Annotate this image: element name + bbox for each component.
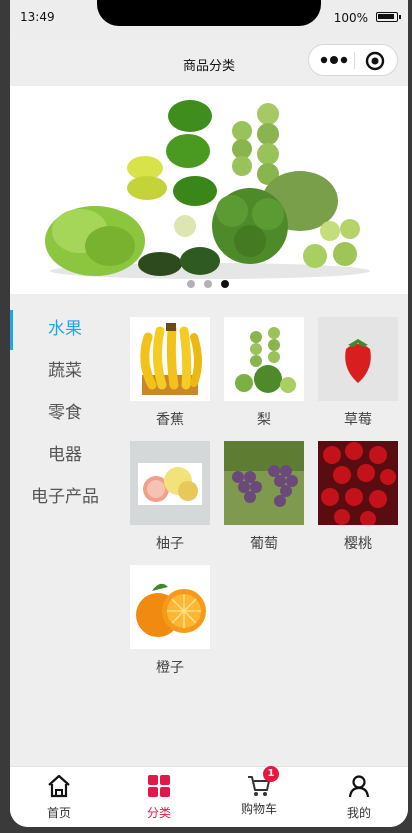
tab-label: 购物车 [240,802,277,816]
product-name: 梨 [257,412,271,428]
product-name: 葡萄 [250,536,278,552]
product-name: 草莓 [344,412,372,428]
product-card-cherry[interactable]: 樱桃 [318,441,398,553]
product-name: 樱桃 [344,536,372,552]
banana-image [130,317,210,401]
close-target-icon[interactable] [365,51,385,71]
tab-label: 我的 [346,806,371,820]
tab-profile[interactable]: 我的 [319,773,399,821]
home-icon [48,774,70,798]
product-card-pomelo[interactable]: 柚子 [130,441,210,553]
navigation-bar: 商品分类 [10,38,408,86]
phone-screen: 13:49 100% 商品分类 水果 蔬菜 零食 电器 电子产品 香蕉 梨 草莓… [10,0,408,827]
battery-icon [376,12,401,22]
tab-label: 首页 [46,806,71,820]
tab-cart[interactable]: 1 购物车 [219,766,299,817]
tab-category[interactable]: 分类 [119,773,199,821]
cherry-image [318,441,398,525]
battery-percentage: 100% [333,11,368,25]
sidebar-item-fruit[interactable]: 水果 [10,308,120,350]
product-name: 柚子 [156,536,184,552]
vegetables-banner-image [45,100,370,279]
product-name: 橙子 [156,660,184,676]
notch [97,0,321,26]
sidebar-item-snacks[interactable]: 零食 [10,392,120,434]
user-icon [348,775,370,798]
product-card-orange[interactable]: 橙子 [130,565,210,677]
more-icon[interactable] [319,54,349,66]
orange-image [130,565,210,649]
tab-bar: 首页 分类 1 购物车 我的 [10,766,408,827]
cart-icon-wrap: 1 [246,766,279,799]
product-card-grape[interactable]: 葡萄 [224,441,304,553]
product-card-strawberry[interactable]: 草莓 [318,317,398,429]
mini-program-capsule [308,44,398,76]
grape-image [224,441,304,525]
product-name: 香蕉 [156,412,184,428]
pear-image [224,317,304,401]
sidebar-item-electronics[interactable]: 电子产品 [10,476,120,518]
tab-home[interactable]: 首页 [19,773,99,821]
product-card-banana[interactable]: 香蕉 [130,317,210,429]
pomelo-image [130,441,210,525]
carousel-indicators [187,280,229,288]
status-bar: 13:49 100% [10,0,408,38]
carousel-dot[interactable] [187,280,195,288]
sidebar-item-appliances[interactable]: 电器 [10,434,120,476]
carousel-dot-active[interactable] [221,280,229,288]
sidebar-item-vegetables[interactable]: 蔬菜 [10,350,120,392]
tab-label: 分类 [146,806,171,820]
category-sidebar: 水果 蔬菜 零食 电器 电子产品 [10,308,120,518]
strawberry-image [318,317,398,401]
banner-carousel[interactable] [10,86,408,294]
capsule-divider [354,52,355,69]
status-time: 13:49 [20,10,55,24]
carousel-dot[interactable] [204,280,212,288]
category-icon [148,775,170,797]
product-card-pear[interactable]: 梨 [224,317,304,429]
cart-badge: 1 [263,766,279,782]
